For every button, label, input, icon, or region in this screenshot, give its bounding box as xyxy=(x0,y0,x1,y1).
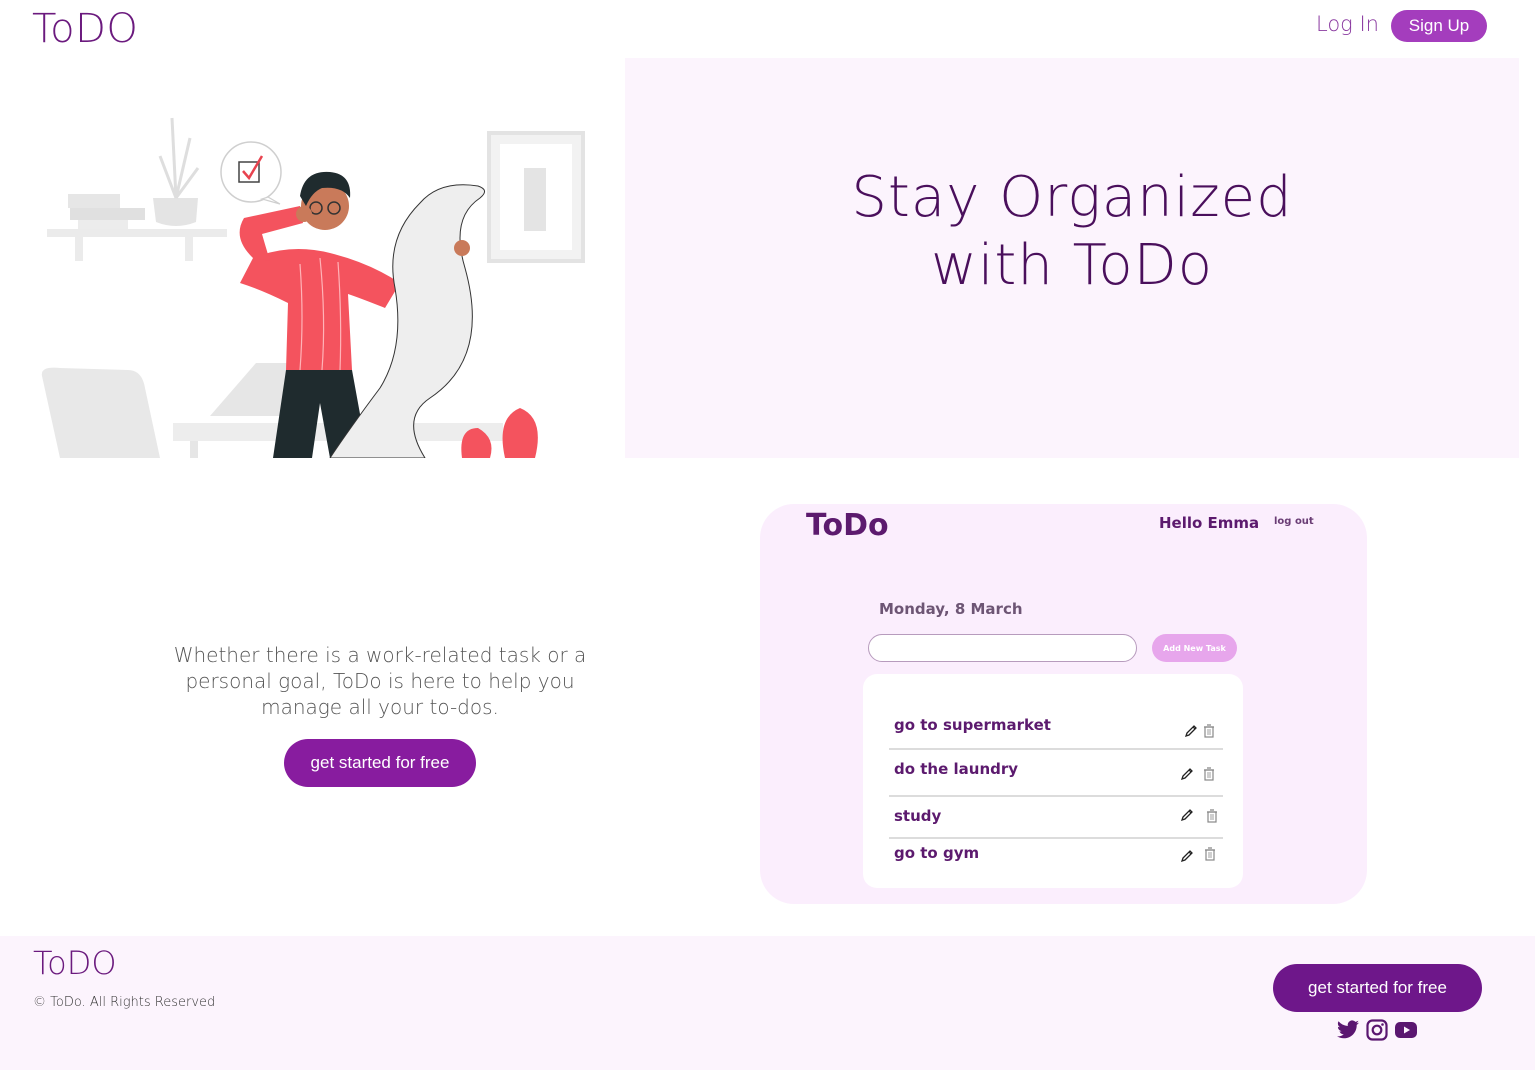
instagram-icon[interactable] xyxy=(1364,1018,1390,1042)
youtube-icon[interactable] xyxy=(1393,1018,1419,1042)
pencil-icon[interactable] xyxy=(1180,808,1194,822)
pencil-icon[interactable] xyxy=(1180,767,1194,781)
task-label: do the laundry xyxy=(894,760,1019,778)
preview-date: Monday, 8 March xyxy=(879,600,1023,618)
task-label: go to gym xyxy=(894,844,980,862)
pitch-text: Whether there is a work-related task or … xyxy=(173,643,587,719)
task-label: study xyxy=(894,807,942,825)
hero-title: Stay Organized with ToDo xyxy=(625,164,1519,300)
preview-logout-link[interactable]: log out xyxy=(1274,516,1314,527)
pencil-icon[interactable] xyxy=(1184,724,1198,738)
site-logo[interactable]: ToDO xyxy=(32,6,138,52)
footer: ToDO © ToDo. All Rights Reserved get sta… xyxy=(0,936,1535,1070)
preview-logo: ToDo xyxy=(806,508,889,543)
preview-task-list: go to supermarket do the laundry study g… xyxy=(863,674,1243,888)
get-started-button[interactable]: get started for free xyxy=(284,739,476,787)
trash-icon[interactable] xyxy=(1203,767,1215,781)
footer-copyright: © ToDo. All Rights Reserved xyxy=(33,995,216,1010)
hero-panel: Stay Organized with ToDo xyxy=(625,58,1519,458)
preview-task-input[interactable] xyxy=(868,634,1137,662)
trash-icon[interactable] xyxy=(1204,847,1216,861)
app-preview-card: ToDo Hello Emma log out Monday, 8 March … xyxy=(760,504,1367,904)
trash-icon[interactable] xyxy=(1203,724,1215,738)
footer-logo[interactable]: ToDO xyxy=(33,944,117,982)
task-divider xyxy=(889,837,1223,839)
trash-icon[interactable] xyxy=(1206,809,1218,823)
task-divider xyxy=(889,748,1223,750)
signup-button[interactable]: Sign Up xyxy=(1391,10,1487,42)
preview-greeting: Hello Emma xyxy=(1159,514,1260,532)
task-divider xyxy=(889,795,1223,797)
twitter-icon[interactable] xyxy=(1335,1018,1361,1042)
pencil-icon[interactable] xyxy=(1180,849,1194,863)
preview-add-task-button[interactable]: Add New Task xyxy=(1152,634,1237,662)
hero-title-line2: with ToDo xyxy=(931,233,1213,298)
task-label: go to supermarket xyxy=(894,716,1051,734)
footer-get-started-button[interactable]: get started for free xyxy=(1273,964,1482,1012)
login-link[interactable]: Log In xyxy=(1316,12,1379,36)
hero-illustration xyxy=(0,58,625,458)
person-reading-list-illustration xyxy=(41,117,585,458)
hero-title-line1: Stay Organized xyxy=(851,165,1293,230)
